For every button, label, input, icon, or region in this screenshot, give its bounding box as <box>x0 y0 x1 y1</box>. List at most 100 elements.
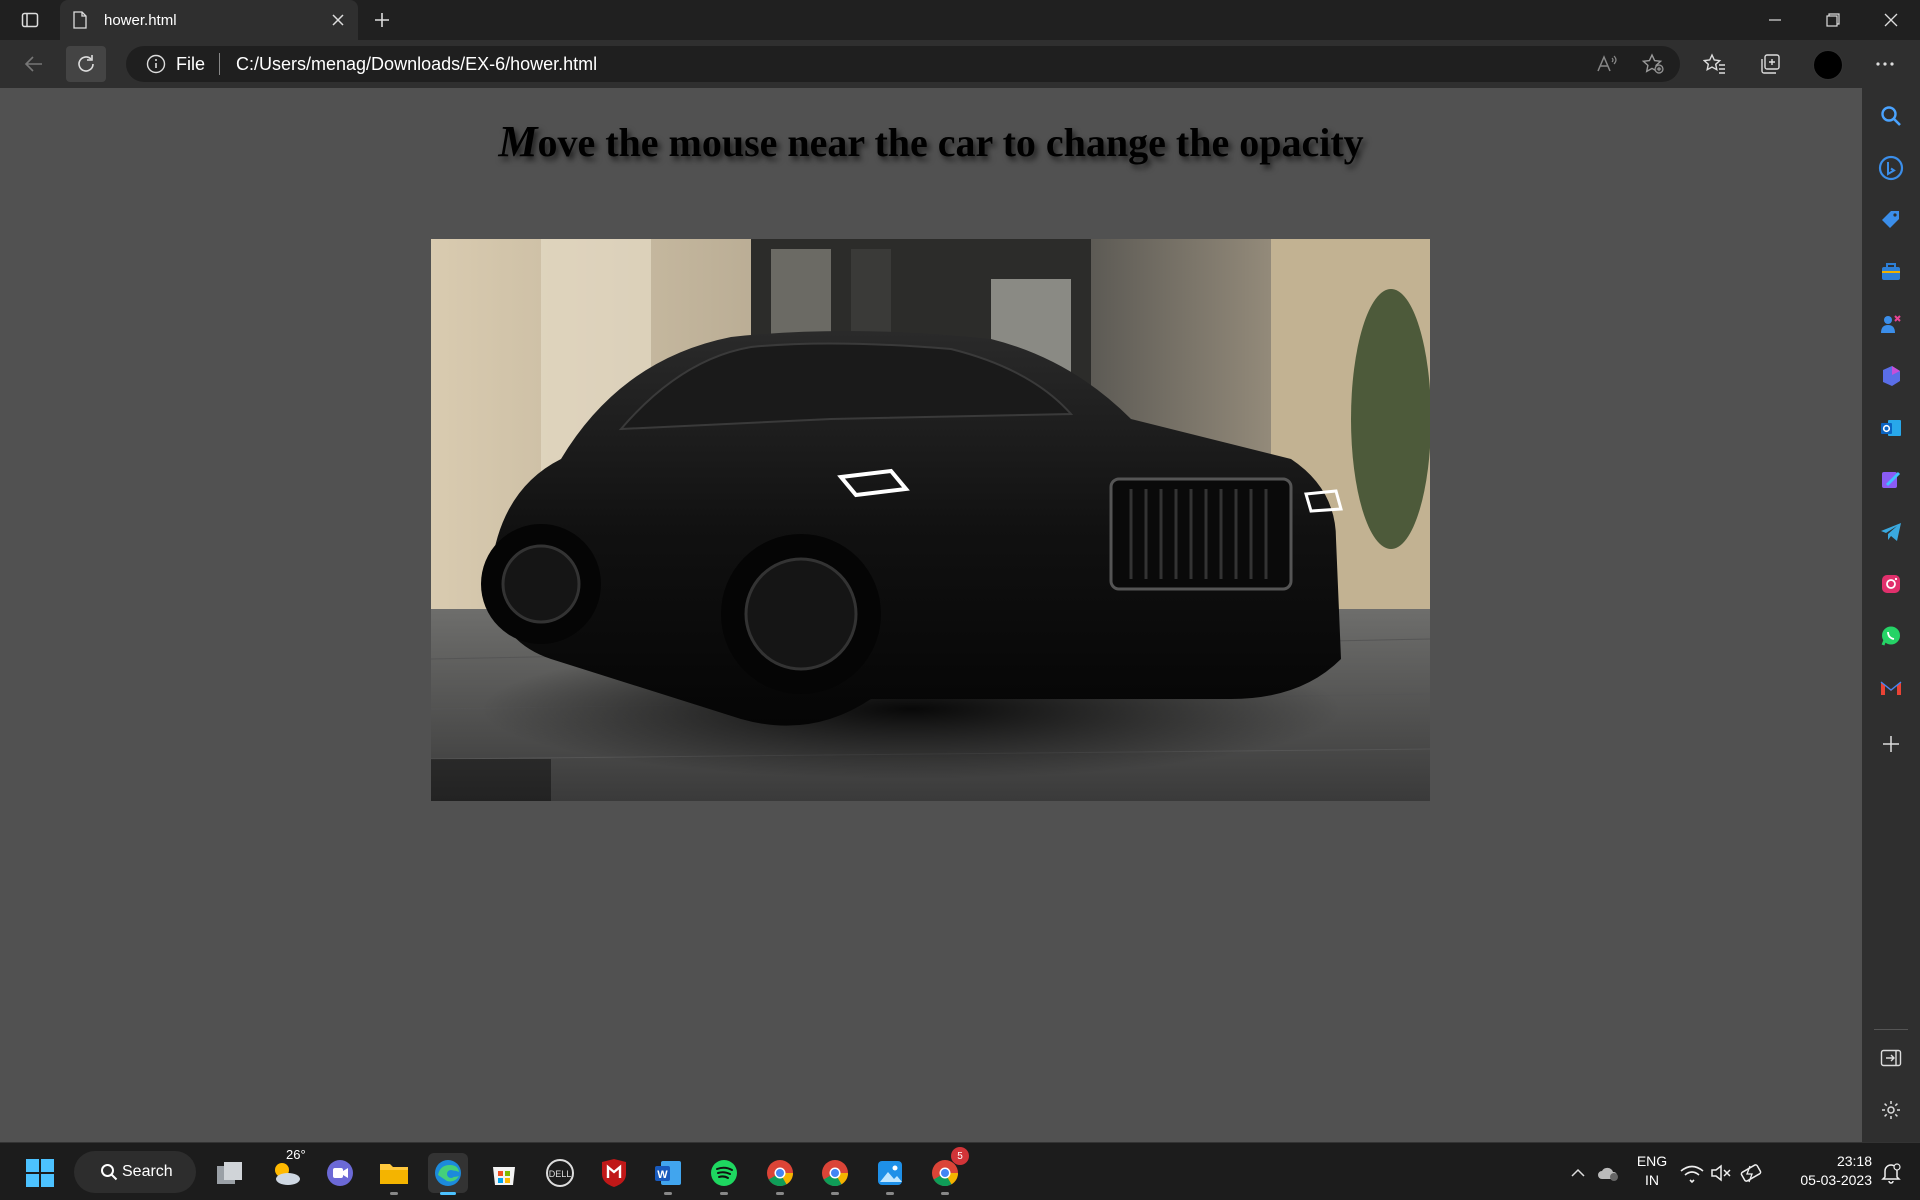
favorites-icon <box>1703 53 1725 74</box>
collections-button[interactable] <box>1753 49 1787 79</box>
sidebar-gmail[interactable] <box>1877 674 1905 702</box>
car-image[interactable] <box>431 239 1430 801</box>
chrome-icon <box>822 1160 849 1187</box>
region-code: IN <box>1645 1172 1659 1188</box>
word-button[interactable]: W <box>648 1153 688 1195</box>
add-favorite-button[interactable] <box>1636 49 1670 79</box>
file-explorer-button[interactable] <box>374 1153 414 1195</box>
mcafee-shield-icon <box>602 1159 626 1187</box>
office-icon <box>1883 366 1900 386</box>
new-tab-button[interactable] <box>368 6 396 34</box>
tab-actions-icon <box>21 12 39 28</box>
battery-charging-icon <box>1740 1164 1762 1183</box>
games-icon <box>1881 315 1901 333</box>
sidebar-settings[interactable] <box>1877 1096 1905 1124</box>
sidebar-instagram[interactable] <box>1877 570 1905 598</box>
store-button[interactable] <box>484 1153 524 1193</box>
minimize-button[interactable] <box>1748 0 1802 40</box>
collections-icon <box>1761 54 1780 74</box>
tab-title: hower.html <box>104 11 177 29</box>
running-indicator <box>776 1192 784 1195</box>
taskbar-search[interactable]: Search <box>74 1151 196 1193</box>
sidebar-office[interactable] <box>1877 362 1905 390</box>
chrome-profile-3-button[interactable]: 5 <box>925 1147 969 1195</box>
sidebar-games[interactable] <box>1877 310 1905 338</box>
chrome-icon <box>767 1160 794 1187</box>
dell-icon: DELL <box>546 1159 574 1187</box>
sidebar-add[interactable] <box>1877 730 1905 758</box>
start-button[interactable] <box>20 1153 60 1193</box>
more-icon <box>1876 62 1894 66</box>
chrome-profile-2-button[interactable] <box>815 1153 855 1195</box>
sidebar-hide[interactable] <box>1877 1044 1905 1072</box>
dell-button[interactable]: DELL <box>540 1153 580 1193</box>
sidebar-telegram[interactable] <box>1877 518 1905 546</box>
sidebar-search[interactable] <box>1877 102 1905 130</box>
tab-actions-button[interactable] <box>14 6 46 34</box>
sidebar-bing-chat[interactable] <box>1877 154 1905 182</box>
sidebar-outlook[interactable] <box>1877 414 1905 442</box>
quick-settings-button[interactable] <box>1678 1153 1778 1193</box>
clock[interactable]: 23:18 05-03-2023 <box>1784 1152 1872 1190</box>
spotify-button[interactable] <box>704 1153 744 1195</box>
settings-icon <box>1882 1101 1900 1119</box>
clock-time: 23:18 <box>1836 1153 1872 1169</box>
address-scheme: File <box>176 53 206 74</box>
edge-taskbar-button[interactable] <box>428 1153 468 1195</box>
notifications-button[interactable] <box>1874 1153 1908 1193</box>
profile-avatar[interactable] <box>1813 50 1843 80</box>
close-icon <box>1884 13 1898 27</box>
address-url[interactable]: C:/Users/menag/Downloads/EX-6/hower.html <box>236 54 597 75</box>
back-arrow-icon <box>24 56 42 72</box>
language-indicator[interactable]: ENG IN <box>1632 1152 1672 1190</box>
word-icon: W <box>655 1161 681 1185</box>
star-add-icon <box>1641 53 1664 74</box>
wifi-icon <box>1680 1165 1704 1184</box>
teams-chat-button[interactable] <box>320 1153 360 1193</box>
favorites-button[interactable] <box>1698 49 1732 79</box>
quick-settings-icons <box>1680 1164 1762 1184</box>
edge-icon <box>435 1160 461 1186</box>
language-code: ENG <box>1636 1153 1668 1169</box>
onedrive-cloud-icon <box>1598 1167 1618 1181</box>
task-view-icon <box>217 1162 242 1184</box>
sidebar-shopping[interactable] <box>1877 206 1905 234</box>
outlook-icon <box>1881 420 1901 436</box>
running-indicator <box>831 1192 839 1195</box>
notification-bell-icon <box>1881 1163 1901 1184</box>
address-separator <box>219 53 221 75</box>
restore-button[interactable] <box>1806 0 1860 40</box>
weather-partly-cloudy-icon <box>275 1163 300 1185</box>
sidebar-designer[interactable] <box>1877 466 1905 494</box>
hide-sidebar-icon <box>1880 1049 1902 1067</box>
address-bar[interactable]: File C:/Users/menag/Downloads/EX-6/hower… <box>126 46 1680 82</box>
site-info-icon[interactable] <box>146 54 166 74</box>
car-photo-illustration <box>431 239 1430 801</box>
refresh-button[interactable] <box>66 46 106 82</box>
sidebar-whatsapp[interactable] <box>1877 622 1905 650</box>
read-aloud-button[interactable] <box>1590 49 1624 79</box>
running-indicator <box>720 1192 728 1195</box>
close-window-button[interactable] <box>1864 0 1918 40</box>
close-tab-icon[interactable] <box>330 12 346 28</box>
settings-more-button[interactable] <box>1868 49 1902 79</box>
bing-chat-icon <box>1878 155 1904 181</box>
sidebar-tools[interactable] <box>1877 258 1905 286</box>
photos-button[interactable] <box>870 1153 910 1195</box>
designer-icon <box>1882 471 1901 488</box>
whatsapp-icon <box>1881 626 1900 646</box>
weather-temperature: 26° <box>286 1147 306 1162</box>
onedrive-button[interactable] <box>1590 1153 1626 1193</box>
back-button[interactable] <box>14 46 54 82</box>
task-view-button[interactable] <box>210 1153 250 1193</box>
teams-chat-icon <box>327 1160 353 1186</box>
active-tab[interactable]: hower.html <box>60 0 358 40</box>
instagram-icon <box>1882 575 1900 593</box>
mcafee-button[interactable] <box>594 1153 634 1193</box>
chrome-profile-1-button[interactable] <box>760 1153 800 1195</box>
plus-icon <box>375 13 389 27</box>
photos-icon <box>878 1161 902 1185</box>
restore-icon <box>1826 13 1840 27</box>
browser-tabbar: hower.html <box>0 0 1920 40</box>
active-indicator <box>440 1192 456 1195</box>
